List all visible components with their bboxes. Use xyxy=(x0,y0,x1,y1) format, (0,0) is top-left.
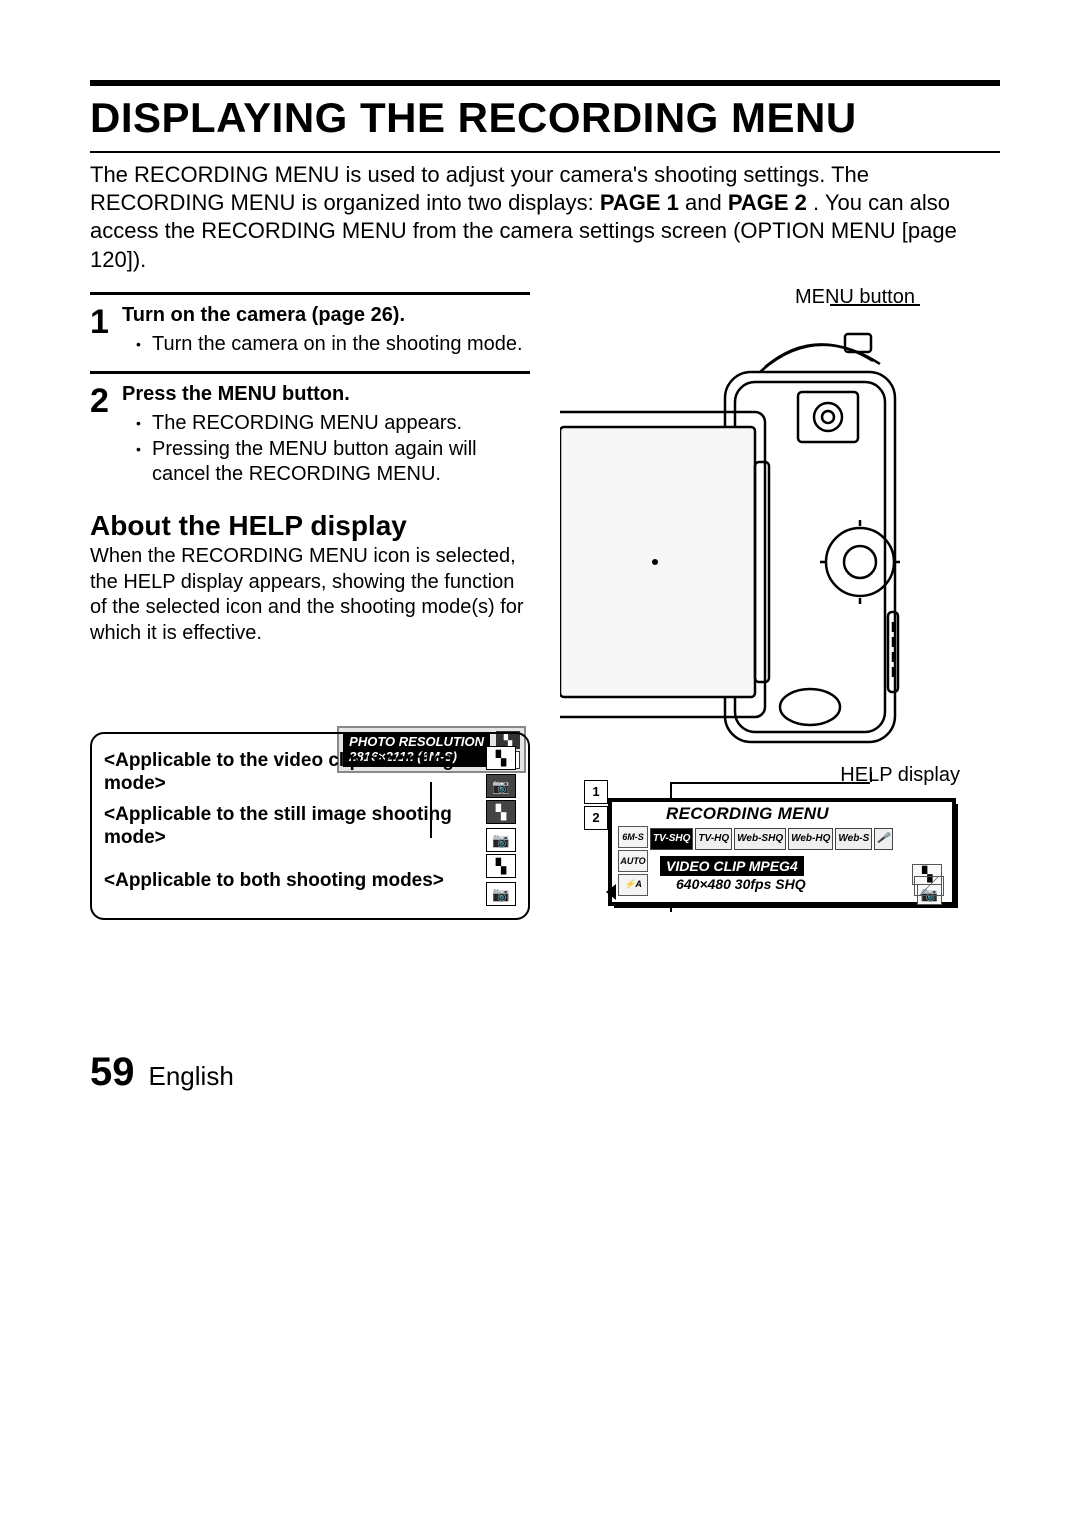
intro-mid: and xyxy=(685,190,728,215)
camera-icon: 📷 xyxy=(486,882,516,906)
rec-side-flash: ⚡A xyxy=(618,874,648,896)
app-row-both: <Applicable to both shooting modes> ▝▖ 📷 xyxy=(104,854,516,906)
step-num-1: 1 xyxy=(90,305,122,339)
step-head-2: Press the MENU button. xyxy=(122,382,530,407)
rec-tab-1: 1 xyxy=(584,780,608,804)
intro-bold-1: PAGE 1 xyxy=(600,190,679,215)
left-arrow-icon xyxy=(606,884,616,900)
applicability-box: <Applicable to the video clip recording … xyxy=(90,732,530,920)
applicability-callout: PHOTO RESOLUTION 2816×2112 (6M-S) ▝▖ 📷 <… xyxy=(90,732,530,920)
rule-under-title xyxy=(90,151,1000,153)
footer-language: English xyxy=(149,1061,234,1092)
rec-menu-title: RECORDING MENU xyxy=(612,802,952,824)
leader-menu xyxy=(830,304,920,306)
app-label-both: <Applicable to both shooting modes> xyxy=(104,869,476,893)
rec-video-label: VIDEO CLIP MPEG4 xyxy=(660,856,804,876)
camera-icon: 📷 xyxy=(486,828,516,852)
rec-tab-2: 2 xyxy=(584,806,608,830)
rec-side-auto: AUTO xyxy=(618,850,648,872)
page-title: DISPLAYING THE RECORDING MENU xyxy=(90,94,1000,141)
app-row-video: <Applicable to the video clip recording … xyxy=(104,746,516,798)
about-heading: About the HELP display xyxy=(90,510,530,542)
app-label-video: <Applicable to the video clip recording … xyxy=(104,749,476,797)
rec-chip-webshq: Web-SHQ xyxy=(734,828,786,850)
rec-side-icons: 6M-S AUTO ⚡A xyxy=(618,826,648,896)
app-label-still: <Applicable to the still image shooting … xyxy=(104,803,476,851)
left-column: 1 Turn on the camera (page 26). Turn the… xyxy=(90,292,530,921)
intro-bold-2: PAGE 2 xyxy=(728,190,807,215)
page-number: 59 xyxy=(90,1050,135,1095)
rec-chip-tvshq: TV-SHQ xyxy=(650,828,693,850)
step2-bullet-1: The RECORDING MENU appears. xyxy=(152,411,530,437)
rec-tabs: 1 2 xyxy=(584,780,608,830)
rec-chip-mic: 🎤 xyxy=(874,828,892,850)
step-2: 2 Press the MENU button. The RECORDING M… xyxy=(90,371,530,488)
video-clip-dim-icon: ▝▖ xyxy=(486,800,516,824)
video-clip-icon: ▝▖ xyxy=(486,746,516,770)
step1-bullet-1: Turn the camera on in the shooting mode. xyxy=(152,332,530,358)
app-row-still: <Applicable to the still image shooting … xyxy=(104,800,516,852)
rule-top xyxy=(90,80,1000,86)
step-num-2: 2 xyxy=(90,384,122,418)
rec-chip-webhq: Web-HQ xyxy=(788,828,833,850)
right-column: MENU button HELP display xyxy=(560,292,1000,921)
recording-menu-panel: 1 2 RECORDING MENU 6M-S AUTO ⚡A TV-SHQ T… xyxy=(610,800,954,904)
intro-paragraph: The RECORDING MENU is used to adjust you… xyxy=(90,161,1000,274)
footer: 59 English xyxy=(90,1050,1000,1095)
camera-dim-icon: 📷 xyxy=(486,774,516,798)
leader-help-h xyxy=(670,782,870,784)
step-head-1: Turn on the camera (page 26). xyxy=(122,303,530,328)
step2-bullet-2: Pressing the MENU button again will canc… xyxy=(152,437,530,488)
step-1: 1 Turn on the camera (page 26). Turn the… xyxy=(90,292,530,358)
rec-chip-tvhq: TV-HQ xyxy=(695,828,732,850)
rec-video-res: 640×480 30fps SHQ xyxy=(676,876,944,892)
rec-chip-webs: Web-S xyxy=(835,828,872,850)
rec-side-6ms: 6M-S xyxy=(618,826,648,848)
page-corner-icon xyxy=(914,876,944,896)
camera-illustration xyxy=(560,312,920,772)
rec-top-row: TV-SHQ TV-HQ Web-SHQ Web-HQ Web-S 🎤 xyxy=(650,828,944,850)
about-text: When the RECORDING MENU icon is selected… xyxy=(90,544,530,646)
video-clip-icon: ▝▖ xyxy=(486,854,516,878)
